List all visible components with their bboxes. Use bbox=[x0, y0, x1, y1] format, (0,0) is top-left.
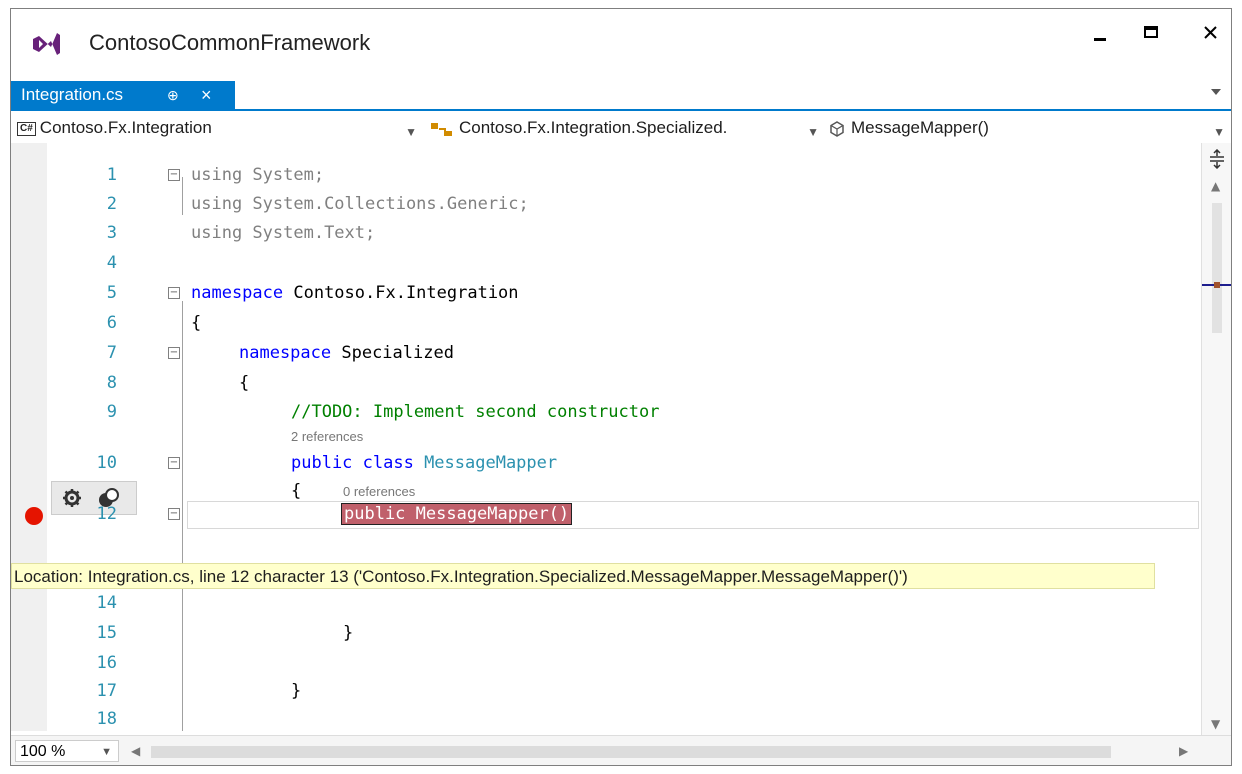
visual-studio-logo-icon bbox=[33, 33, 60, 55]
line-number: 15 bbox=[96, 623, 117, 643]
code-editor[interactable]: 1 − using System; 2 using System.Collect… bbox=[11, 143, 1201, 731]
project-dropdown[interactable]: C# Contoso.Fx.Integration ▼ bbox=[17, 113, 421, 143]
codelens-references[interactable]: 0 references bbox=[343, 484, 415, 499]
code-line: 14 bbox=[11, 589, 1201, 617]
maximize-icon bbox=[1144, 26, 1158, 38]
line-number: 1 bbox=[106, 165, 117, 185]
tab-overflow-dropdown-icon[interactable] bbox=[1211, 89, 1221, 95]
scroll-up-arrow-icon[interactable]: ▲ bbox=[1211, 179, 1220, 193]
code-line: 9 //TODO: Implement second constructor bbox=[11, 398, 1201, 426]
code-text: using System.Collections.Generic; bbox=[191, 194, 529, 214]
code-line: 16 bbox=[11, 649, 1201, 677]
editor-bottom-bar: 100 % ▼ ◀ ▶ bbox=[11, 735, 1231, 765]
vertical-scrollbar[interactable]: ▲ ▼ bbox=[1201, 143, 1231, 735]
class-icon bbox=[431, 122, 452, 136]
line-number: 12 bbox=[96, 504, 117, 524]
navigation-bar: C# Contoso.Fx.Integration ▼ Contoso.Fx.In… bbox=[11, 113, 1231, 144]
close-button[interactable] bbox=[1191, 23, 1231, 59]
code-text: { bbox=[239, 373, 250, 393]
type-dropdown-label: Contoso.Fx.Integration.Specialized. bbox=[459, 118, 728, 137]
method-icon bbox=[830, 120, 844, 137]
code-line: 6 { bbox=[11, 309, 1201, 337]
location-tooltip: Location: Integration.cs, line 12 charac… bbox=[11, 563, 1155, 589]
scroll-down-arrow-icon[interactable]: ▼ bbox=[1211, 717, 1220, 731]
code-line: 4 bbox=[11, 249, 1201, 277]
collapse-toggle-icon[interactable]: − bbox=[168, 287, 180, 299]
tab-close-icon[interactable]: × bbox=[201, 81, 212, 109]
pin-icon[interactable]: ⊕ bbox=[167, 81, 179, 109]
code-text: public MessageMapper() bbox=[341, 500, 573, 528]
scroll-thumb[interactable] bbox=[1212, 203, 1222, 333]
code-text: } bbox=[291, 681, 302, 701]
line-number: 9 bbox=[106, 402, 117, 422]
code-text: namespace Specialized bbox=[239, 343, 454, 363]
maximize-button[interactable] bbox=[1131, 23, 1171, 59]
scroll-left-arrow-icon[interactable]: ◀ bbox=[131, 744, 140, 758]
code-line: 2 using System.Collections.Generic; bbox=[11, 190, 1201, 218]
code-line: 18 bbox=[11, 705, 1201, 733]
minimize-button[interactable] bbox=[1081, 23, 1121, 59]
minimize-icon bbox=[1094, 38, 1106, 41]
type-dropdown[interactable]: Contoso.Fx.Integration.Specialized. ▼ bbox=[431, 113, 823, 143]
selected-text[interactable]: public MessageMapper() bbox=[341, 503, 573, 525]
line-number: 4 bbox=[106, 253, 117, 273]
code-line: 10 − public class MessageMapper bbox=[11, 449, 1201, 477]
code-text: public class MessageMapper bbox=[291, 453, 558, 473]
code-line: 3 using System.Text; bbox=[11, 219, 1201, 247]
line-number: 16 bbox=[96, 653, 117, 673]
member-dropdown[interactable]: MessageMapper() ▼ bbox=[829, 113, 1229, 143]
collapse-toggle-icon[interactable]: − bbox=[168, 347, 180, 359]
line-number: 2 bbox=[106, 194, 117, 214]
project-dropdown-label: Contoso.Fx.Integration bbox=[39, 118, 212, 137]
code-line: 8 { bbox=[11, 369, 1201, 397]
code-line: 5 − namespace Contoso.Fx.Integration bbox=[11, 279, 1201, 307]
line-number: 8 bbox=[106, 373, 117, 393]
title-bar: ContosoCommonFramework bbox=[11, 9, 1231, 81]
line-number: 14 bbox=[96, 593, 117, 613]
code-line: 15 } bbox=[11, 619, 1201, 647]
window-title: ContosoCommonFramework bbox=[89, 30, 371, 55]
tab-label: Integration.cs bbox=[21, 85, 124, 104]
line-number: 18 bbox=[96, 709, 117, 729]
zoom-dropdown[interactable]: 100 % ▼ bbox=[15, 740, 119, 762]
code-text: { bbox=[191, 313, 202, 333]
line-number: 7 bbox=[106, 343, 117, 363]
codelens-references[interactable]: 2 references bbox=[291, 429, 363, 444]
member-dropdown-label: MessageMapper() bbox=[851, 118, 989, 137]
collapse-toggle-icon[interactable]: − bbox=[168, 169, 180, 181]
code-line: 7 − namespace Specialized bbox=[11, 339, 1201, 367]
csharp-icon: C# bbox=[17, 121, 36, 136]
line-number: 5 bbox=[106, 283, 117, 303]
collapse-toggle-icon[interactable]: − bbox=[168, 457, 180, 469]
line-number: 10 bbox=[96, 453, 117, 473]
document-tab-strip: Integration.cs ⊕ × bbox=[11, 81, 1231, 111]
close-icon bbox=[1204, 26, 1217, 39]
zoom-level: 100 % bbox=[20, 743, 66, 760]
code-text: namespace Contoso.Fx.Integration bbox=[191, 283, 519, 303]
scroll-position-marker-icon bbox=[1202, 282, 1231, 288]
line-number: 17 bbox=[96, 681, 117, 701]
code-text: } bbox=[343, 623, 354, 643]
code-text: using System.Text; bbox=[191, 223, 376, 243]
line-number: 6 bbox=[106, 313, 117, 333]
chevron-down-icon: ▼ bbox=[101, 746, 112, 758]
ide-window: ContosoCommonFramework Integration.cs ⊕ … bbox=[10, 8, 1232, 766]
horizontal-scrollbar[interactable] bbox=[151, 746, 1111, 758]
code-line: 17 } bbox=[11, 677, 1201, 705]
todo-comment: //TODO: Implement second constructor bbox=[291, 402, 660, 422]
collapse-toggle-icon[interactable]: − bbox=[168, 508, 180, 520]
code-text: using System; bbox=[191, 165, 325, 185]
code-line: 12 − public MessageMapper() bbox=[11, 500, 1201, 528]
scroll-right-arrow-icon[interactable]: ▶ bbox=[1179, 744, 1188, 758]
code-line: 1 − using System; bbox=[11, 161, 1201, 189]
line-number: 3 bbox=[106, 223, 117, 243]
tab-integration-cs[interactable]: Integration.cs ⊕ × bbox=[11, 81, 235, 109]
split-window-icon[interactable] bbox=[1208, 149, 1226, 169]
